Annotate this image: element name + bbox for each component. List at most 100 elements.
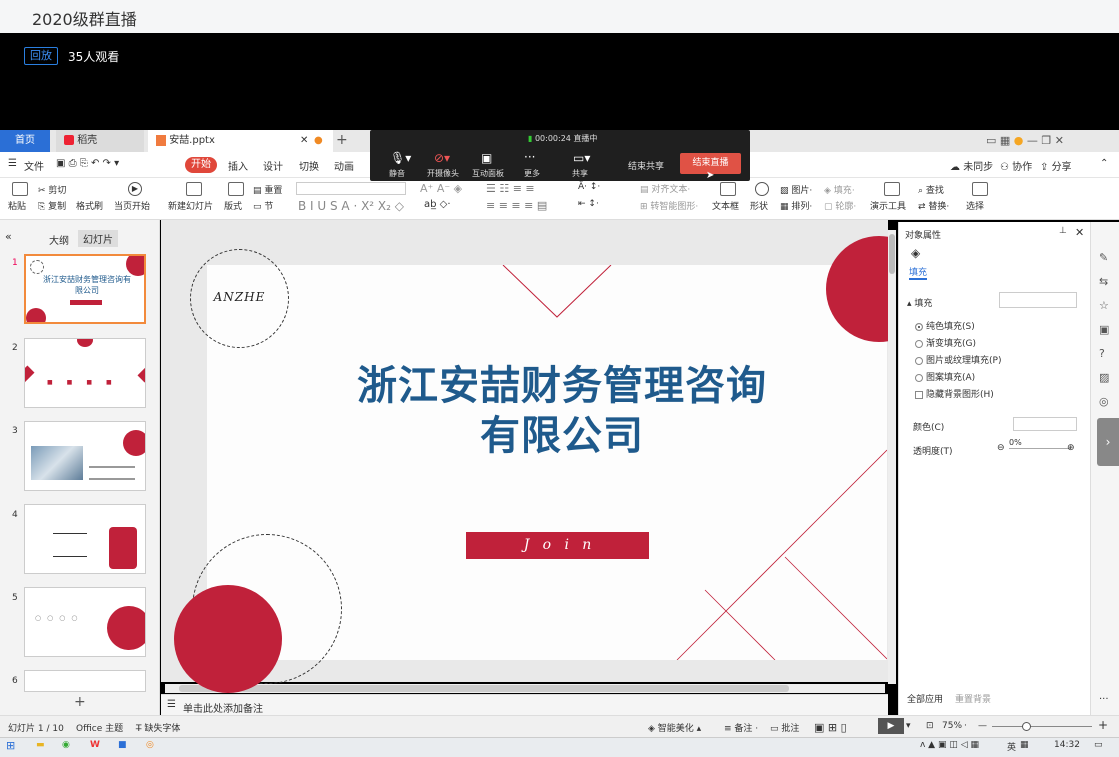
missing-font-button[interactable]: T̶ 缺失字体 (136, 721, 180, 734)
slide-thumb-3[interactable] (24, 421, 146, 491)
font-size-buttons[interactable]: A⁺ A⁻ ◈ (420, 182, 462, 195)
side-tool-icons[interactable]: ✎⇆☆▣?▨◎▯ (1099, 246, 1109, 438)
textbox-button[interactable]: 文本框 (712, 199, 739, 212)
explorer-icon[interactable]: ▬ (36, 740, 45, 750)
play-icon[interactable]: ▶ (128, 182, 142, 196)
menu-insert[interactable]: 插入 (228, 158, 248, 173)
radio-solid[interactable]: 纯色填充(S) (915, 319, 975, 332)
copy-button[interactable]: ⎘ 复制 (38, 199, 66, 212)
fill-color-select[interactable] (999, 292, 1077, 308)
fill-section-title[interactable]: ▴ 填充 (907, 296, 932, 309)
align-text-button[interactable]: ▤ 对齐文本· (640, 182, 690, 195)
ime-grid-icon[interactable]: ▦ (1020, 740, 1029, 750)
zoom-level[interactable]: 75% (942, 721, 962, 731)
slide-thumb-6[interactable] (24, 670, 146, 692)
presenter-icon[interactable] (884, 182, 900, 196)
new-tab-icon[interactable]: + (336, 132, 348, 148)
share-screen-icon[interactable]: ▭▾ (573, 151, 590, 165)
transparency-plus[interactable]: ⊕ (1067, 443, 1075, 453)
menu-home[interactable]: 开始 (185, 157, 217, 173)
quick-access-icons[interactable]: ▣ ⎙ ⎘ ↶ ↷ ▾ (56, 158, 119, 169)
reset-background-button[interactable]: 重置背景 (955, 692, 991, 705)
arrange-button[interactable]: ▦ 排列· (780, 199, 812, 212)
presenter-tools-button[interactable]: 演示工具 (870, 199, 906, 212)
transparency-minus[interactable]: ⊖ (997, 443, 1005, 453)
collab-button[interactable]: ⚇ 协作 (1000, 158, 1032, 173)
transparency-slider[interactable] (1009, 448, 1071, 449)
paste-icon[interactable] (12, 182, 28, 196)
window-controls[interactable]: ▭ ▦ ● — ❐ ✕ (986, 134, 1064, 147)
pane-header[interactable]: 对象属性 (905, 228, 941, 241)
slideshow-dropdown-icon[interactable]: ▾ (906, 721, 911, 731)
format-painter-button[interactable]: 格式刷 (76, 199, 103, 212)
more-icon[interactable]: ··· (1099, 694, 1109, 705)
panel-icon[interactable]: ▣ (481, 151, 492, 165)
textbox-icon[interactable] (720, 182, 736, 196)
picture-button[interactable]: ▨ 图片· (780, 183, 812, 196)
list-buttons[interactable]: ☰ ☷ ≡ ≡ (486, 182, 535, 195)
radio-gradient[interactable]: 渐变填充(G) (915, 336, 976, 349)
camera-button[interactable]: 开摄像头 (427, 168, 459, 179)
menu-transition[interactable]: 切换 (299, 158, 319, 173)
menu-animation[interactable]: 动画 (334, 158, 354, 173)
notes-bar[interactable]: ☰ 单击此处添加备注 (161, 694, 888, 715)
slide-thumb-5[interactable]: ○○○○ (24, 587, 146, 657)
more-icon[interactable]: ··· (524, 150, 535, 164)
tab-slides[interactable]: 幻灯片 (78, 230, 118, 247)
interactive-panel-button[interactable]: 互动面板 (472, 168, 504, 179)
radio-pattern[interactable]: 图案填充(A) (915, 370, 975, 383)
smartart-button[interactable]: ⊞ 转智能图形· (640, 199, 698, 212)
sync-status[interactable]: ☁ 未同步 (950, 158, 993, 173)
wps-icon[interactable]: W (90, 740, 100, 750)
font-style-buttons[interactable]: B I U S A · X² X₂ ◇ (298, 199, 404, 213)
end-share-button[interactable]: 结束共享 (628, 159, 664, 172)
pin-icon[interactable]: ⊥ (1059, 226, 1067, 236)
beautify-button[interactable]: ◈ 智能美化 ▴ (648, 721, 701, 734)
add-slide-icon[interactable]: + (74, 694, 86, 710)
fill-button[interactable]: ◈ 填充· (824, 183, 855, 196)
scroll-thumb[interactable] (889, 234, 895, 274)
replay-badge[interactable]: 回放 (24, 47, 58, 65)
char-spacing-button[interactable]: ab̲ ◇· (424, 199, 451, 210)
app-icon-orange[interactable]: ◎ (146, 740, 154, 750)
tab-docer[interactable]: 稻壳 (56, 130, 144, 152)
hamburger-icon[interactable]: ☰ (8, 158, 17, 169)
reset-button[interactable]: ▤ 重置 (253, 183, 282, 196)
app-icon-green[interactable]: ◉ (62, 740, 70, 750)
select-icon[interactable] (972, 182, 988, 196)
close-pane-icon[interactable]: ✕ (1075, 226, 1084, 239)
camera-icon[interactable]: ⊘▾ (434, 151, 450, 165)
play-from-current-button[interactable]: 当页开始 (114, 199, 150, 212)
mic-icon[interactable]: 🎙▾ (390, 151, 411, 165)
horizontal-scrollbar[interactable] (165, 684, 885, 693)
expand-pane-icon[interactable]: › (1097, 418, 1119, 466)
menu-file[interactable]: 文件 (24, 158, 44, 173)
shape-button[interactable]: 形状 (750, 199, 768, 212)
notification-icon[interactable]: ▭ (1094, 740, 1103, 750)
color-select[interactable] (1013, 417, 1077, 431)
new-slide-button[interactable]: 新建幻灯片 (168, 199, 213, 212)
hscroll-thumb[interactable] (179, 685, 789, 692)
new-slide-icon[interactable] (186, 182, 202, 196)
cut-button[interactable]: ✂ 剪切 (38, 183, 66, 196)
zoom-slider[interactable] (992, 722, 1092, 731)
layout-icon[interactable] (228, 182, 244, 196)
apply-all-button[interactable]: 全部应用 (907, 692, 943, 705)
line-spacing-button[interactable]: Ä· ↕· (578, 182, 600, 192)
collapse-icon[interactable]: ⌃ (1100, 158, 1108, 169)
tab-home[interactable]: 首页 (0, 130, 50, 152)
indent-button[interactable]: ⇤ ↕· (578, 199, 599, 209)
tab-file[interactable]: 安喆.pptx ✕ ● (148, 130, 333, 152)
more-button[interactable]: 更多 (524, 168, 540, 179)
select-button[interactable]: 选择 (966, 199, 984, 212)
windows-start-icon[interactable]: ⊞ (6, 739, 15, 752)
slide-thumb-4[interactable] (24, 504, 146, 574)
clock[interactable]: 14:32 (1054, 740, 1080, 750)
share-button[interactable]: ⇪ 分享 (1040, 158, 1072, 173)
find-button[interactable]: ⌕ 查找 (918, 183, 944, 196)
zoom-in-icon[interactable]: + (1098, 718, 1108, 732)
app-icon-blue[interactable]: ■ (118, 740, 127, 750)
radio-picture[interactable]: 图片或纹理填充(P) (915, 353, 1001, 366)
slide-thumb-1[interactable]: 浙江安喆财务管理咨询有限公司 (24, 254, 146, 324)
zoom-thumb[interactable] (1022, 722, 1031, 731)
